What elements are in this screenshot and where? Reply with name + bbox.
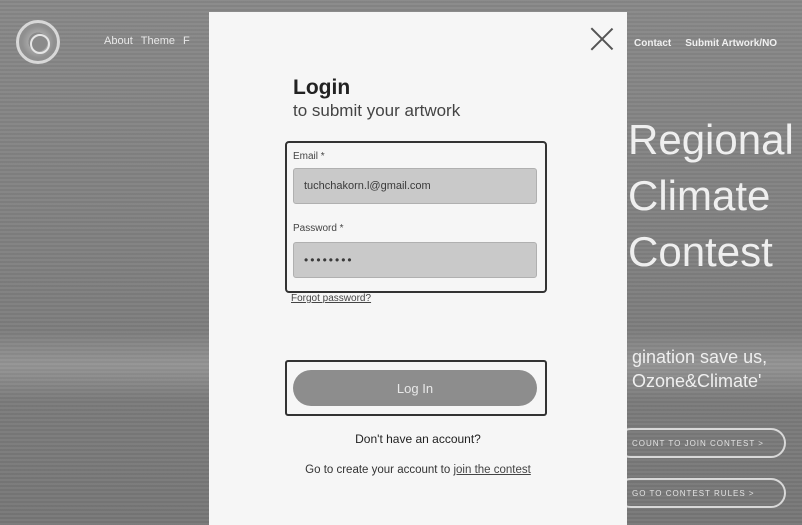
nav-partial[interactable]: F xyxy=(183,35,190,47)
join-contest-button[interactable]: COUNT TO JOIN CONTEST > xyxy=(616,428,786,458)
create-account-line: Go to create your account to join the co… xyxy=(209,464,627,476)
contest-logo[interactable] xyxy=(16,20,60,64)
password-field[interactable]: •••••••• xyxy=(293,242,537,278)
hero-title: Regional Climate Contest xyxy=(628,112,794,280)
hero-subtitle-line-2: Ozone&Climate' xyxy=(632,371,762,391)
nav-contact[interactable]: Contact xyxy=(634,38,671,49)
top-nav-left: About Theme F xyxy=(104,35,190,47)
hero-subtitle-line-1: gination save us, xyxy=(632,347,768,367)
email-field[interactable] xyxy=(293,168,537,204)
hero-line-3: Contest xyxy=(628,228,773,275)
login-button[interactable]: Log In xyxy=(293,370,537,406)
modal-title: Login xyxy=(293,76,351,99)
join-contest-link[interactable]: join the contest xyxy=(453,464,530,476)
hero-line-1: Regional xyxy=(628,116,794,163)
forgot-password-link[interactable]: Forgot password? xyxy=(291,293,371,304)
top-nav-right: Contact Submit Artwork/NO xyxy=(634,38,777,49)
password-label: Password * xyxy=(293,223,344,234)
modal-subtitle: to submit your artwork xyxy=(293,101,461,120)
close-icon[interactable] xyxy=(589,26,615,52)
nav-submit-artwork[interactable]: Submit Artwork/NO xyxy=(685,38,777,49)
nav-theme[interactable]: Theme xyxy=(141,35,175,47)
email-label: Email * xyxy=(293,151,325,162)
nav-about[interactable]: About xyxy=(104,35,133,47)
contest-rules-button[interactable]: GO TO CONTEST RULES > xyxy=(616,478,786,508)
create-account-text: Go to create your account to xyxy=(305,464,451,476)
hero-line-2: Climate xyxy=(628,172,771,219)
login-modal: Login to submit your artwork Email * Pas… xyxy=(209,12,627,525)
hero-subtitle: gination save us, Ozone&Climate' xyxy=(632,345,767,393)
no-account-text: Don't have an account? xyxy=(355,432,481,446)
